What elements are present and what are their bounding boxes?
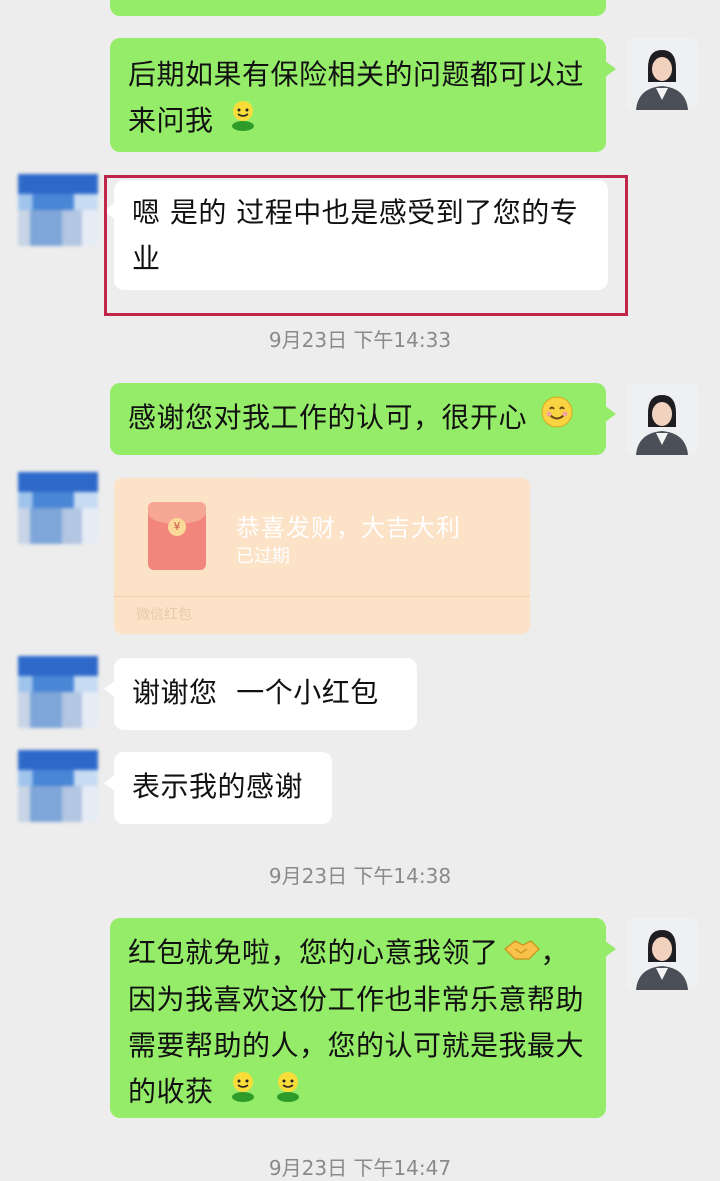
agent-photo-icon bbox=[626, 38, 698, 110]
red-packet-envelope-icon: ¥ bbox=[148, 502, 206, 570]
avatar-customer[interactable] bbox=[18, 472, 98, 544]
message-text-6: 红包就免啦，您的心意我领了 bbox=[128, 936, 499, 969]
avatar-customer[interactable] bbox=[18, 656, 98, 728]
agent-photo-icon bbox=[626, 383, 698, 455]
message-text-1: 后期如果有保险相关的问题都可以过来问我 bbox=[128, 58, 585, 137]
green-smile-emoji-icon bbox=[272, 1070, 304, 1116]
message-bubble-1[interactable]: 后期如果有保险相关的问题都可以过来问我 bbox=[110, 38, 616, 152]
avatar-agent[interactable] bbox=[626, 918, 698, 990]
message-text-5: 表示我的感谢 bbox=[132, 770, 304, 803]
timestamp-3: 9月23日 下午14:47 bbox=[268, 1156, 452, 1180]
avatar-agent[interactable] bbox=[626, 383, 698, 455]
red-packet-card[interactable]: ¥ 恭喜发财，大吉大利 已过期 微信红包 bbox=[114, 478, 530, 634]
message-bubble-3[interactable]: 感谢您对我工作的认可，很开心 bbox=[110, 383, 616, 455]
red-packet-footer: 微信红包 bbox=[136, 607, 192, 623]
message-text-4: 谢谢您 一个小红包 bbox=[132, 676, 379, 709]
previous-message-bubble[interactable] bbox=[110, 0, 606, 16]
handshake-emoji-icon bbox=[503, 931, 541, 977]
highlight-box bbox=[104, 175, 628, 316]
red-packet-coin-icon: ¥ bbox=[168, 518, 186, 536]
message-bubble-5[interactable]: 表示我的感谢 bbox=[104, 752, 332, 824]
green-smile-emoji-icon bbox=[227, 1070, 259, 1116]
message-bubble-6[interactable]: 红包就免啦，您的心意我领了 ，因为我喜欢这份工作也非常乐意帮助需要帮助的人，您的… bbox=[110, 918, 616, 1118]
timestamp-2: 9月23日 下午14:38 bbox=[268, 864, 452, 888]
green-smile-emoji-icon bbox=[227, 99, 259, 145]
red-packet-title: 恭喜发财，大吉大利 bbox=[236, 514, 461, 542]
message-bubble-4[interactable]: 谢谢您 一个小红包 bbox=[104, 658, 417, 730]
agent-photo-icon bbox=[626, 918, 698, 990]
avatar-customer[interactable] bbox=[18, 174, 98, 246]
smile-emoji-icon bbox=[540, 395, 574, 443]
avatar-customer[interactable] bbox=[18, 750, 98, 822]
message-text-3: 感谢您对我工作的认可，很开心 bbox=[128, 401, 528, 434]
timestamp-1: 9月23日 下午14:33 bbox=[268, 328, 452, 352]
red-packet-status: 已过期 bbox=[236, 546, 290, 567]
avatar-agent[interactable] bbox=[626, 38, 698, 110]
